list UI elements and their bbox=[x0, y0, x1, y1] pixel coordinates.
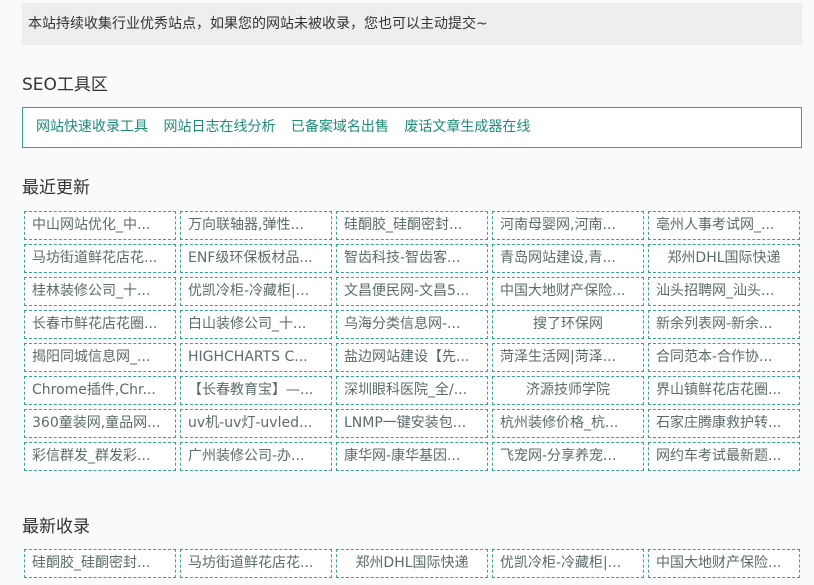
site-link[interactable]: 亳州人事考试网_... bbox=[648, 211, 800, 240]
site-link[interactable]: 深圳眼科医院_全/... bbox=[336, 376, 488, 405]
site-link[interactable]: LNMP一键安装包... bbox=[336, 409, 488, 438]
recent-updates-title: 最近更新 bbox=[22, 178, 90, 198]
site-link[interactable]: 优凯冷柜-冷藏柜|... bbox=[180, 277, 332, 306]
seo-tools-box: 网站快速收录工具 网站日志在线分析 已备案域名出售 废话文章生成器在线 bbox=[22, 107, 802, 148]
site-link[interactable]: 康华网-康华基因... bbox=[336, 442, 488, 471]
site-link[interactable]: 文昌便民网-文昌5... bbox=[336, 277, 488, 306]
site-link[interactable]: 菏泽生活网|菏泽... bbox=[492, 343, 644, 372]
site-link[interactable]: 优凯冷柜-冷藏柜|... bbox=[492, 549, 644, 578]
latest-included-title: 最新收录 bbox=[22, 517, 90, 537]
site-link[interactable]: 飞宠网-分享养宠... bbox=[492, 442, 644, 471]
recent-updates-grid: 中山网站优化_中... 万向联轴器,弹性... 硅酮胶_硅酮密封... 河南母婴网,河… bbox=[24, 211, 804, 471]
site-link[interactable]: 乌海分类信息网-... bbox=[336, 310, 488, 339]
site-link[interactable]: 万向联轴器,弹性... bbox=[180, 211, 332, 240]
tool-link-fast-index[interactable]: 网站快速收录工具 bbox=[36, 119, 148, 135]
site-link[interactable]: 揭阳同城信息网_... bbox=[24, 343, 176, 372]
site-link[interactable]: 济源技师学院 bbox=[492, 376, 644, 405]
site-link[interactable]: 网约车考试最新题... bbox=[648, 442, 800, 471]
site-link[interactable]: 盐边网站建设【先... bbox=[336, 343, 488, 372]
site-link[interactable]: 郑州DHL国际快递 bbox=[336, 549, 488, 578]
site-link[interactable]: 中山网站优化_中... bbox=[24, 211, 176, 240]
seo-tools-title: SEO工具区 bbox=[22, 75, 108, 95]
latest-included-grid: 硅酮胶_硅酮密封... 马坊街道鲜花店花... 郑州DHL国际快递 优凯冷柜-冷藏柜|… bbox=[24, 549, 804, 578]
site-link[interactable]: 搜了环保网 bbox=[492, 310, 644, 339]
site-link[interactable]: 青岛网站建设,青... bbox=[492, 244, 644, 273]
site-link[interactable]: 界山镇鲜花店花圈... bbox=[648, 376, 800, 405]
tool-link-log-analysis[interactable]: 网站日志在线分析 bbox=[163, 119, 275, 135]
site-link[interactable]: 河南母婴网,河南... bbox=[492, 211, 644, 240]
site-link[interactable]: 中国大地财产保险... bbox=[648, 549, 800, 578]
site-link[interactable]: Chrome插件,Chr... bbox=[24, 376, 176, 405]
tool-link-article-generator[interactable]: 废话文章生成器在线 bbox=[404, 119, 530, 135]
site-link[interactable]: 彩信群发_群发彩... bbox=[24, 442, 176, 471]
site-link[interactable]: 广州装修公司-办... bbox=[180, 442, 332, 471]
site-link[interactable]: 石家庄腾康救护转... bbox=[648, 409, 800, 438]
site-link[interactable]: 马坊街道鲜花店花... bbox=[24, 244, 176, 273]
site-link[interactable]: 智齿科技-智齿客... bbox=[336, 244, 488, 273]
site-link[interactable]: 合同范本-合作协... bbox=[648, 343, 800, 372]
site-link[interactable]: 新余列表网-新余... bbox=[648, 310, 800, 339]
site-link[interactable]: 中国大地财产保险... bbox=[492, 277, 644, 306]
site-link[interactable]: ENF级环保板材品... bbox=[180, 244, 332, 273]
site-link[interactable]: HIGHCHARTS C... bbox=[180, 343, 332, 372]
site-link[interactable]: 长春市鲜花店花圈... bbox=[24, 310, 176, 339]
tool-link-domain-sale[interactable]: 已备案域名出售 bbox=[291, 119, 389, 135]
site-link[interactable]: 汕头招聘网_汕头... bbox=[648, 277, 800, 306]
site-link[interactable]: 360童装网,童品网... bbox=[24, 409, 176, 438]
site-link[interactable]: uv机-uv灯-uvled... bbox=[180, 409, 332, 438]
site-link[interactable]: 马坊街道鲜花店花... bbox=[180, 549, 332, 578]
notice-banner: 本站持续收集行业优秀站点，如果您的网站未被收录，您也可以主动提交~ bbox=[22, 3, 802, 45]
site-link[interactable]: 硅酮胶_硅酮密封... bbox=[336, 211, 488, 240]
site-link[interactable]: 白山装修公司_十... bbox=[180, 310, 332, 339]
site-link[interactable]: 郑州DHL国际快递 bbox=[648, 244, 800, 273]
site-link[interactable]: 硅酮胶_硅酮密封... bbox=[24, 549, 176, 578]
site-link[interactable]: 杭州装修价格_杭... bbox=[492, 409, 644, 438]
site-link[interactable]: 桂林装修公司_十... bbox=[24, 277, 176, 306]
site-link[interactable]: 【长春教育宝】—... bbox=[180, 376, 332, 405]
